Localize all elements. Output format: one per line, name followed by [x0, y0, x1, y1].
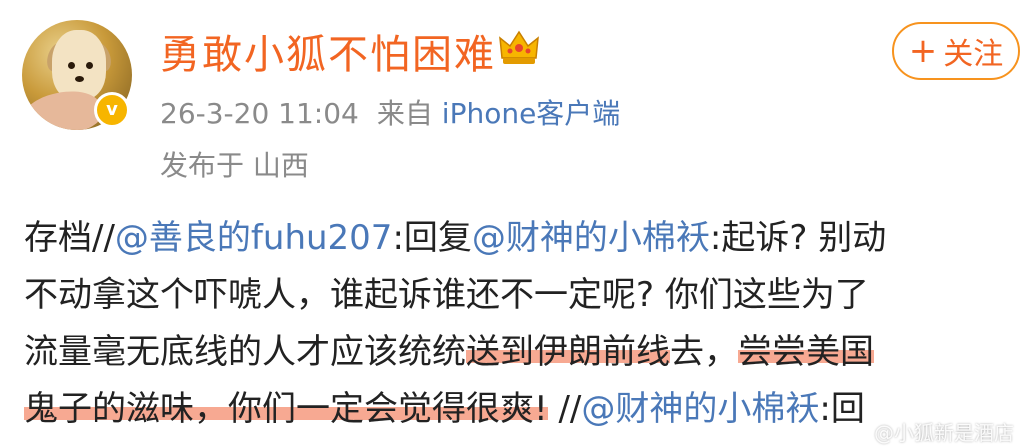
post-text: 流量毫无底线的人才应该统统	[24, 332, 466, 372]
post-text: //	[547, 389, 582, 429]
post-body: 存档//@善良的fuhu207:回复@财神的小棉袄:起诉? 别动 不动拿这个吓唬…	[24, 210, 1024, 438]
source-prefix: 来自	[376, 97, 433, 130]
source-client-link[interactable]: iPhone客户端	[442, 97, 621, 130]
username[interactable]: 勇敢小狐不怕困难	[160, 22, 496, 80]
post-text: :回复	[392, 218, 472, 258]
watermark: @小狐新是酒店	[874, 421, 1014, 445]
location: 发布于 山西	[160, 149, 309, 182]
mention-link[interactable]: @财神的小棉袄	[581, 389, 819, 429]
follow-label: 关注	[943, 37, 1004, 72]
highlighted-text: 送到伊朗前线	[466, 332, 670, 372]
timestamp: 26-3-20 11:04	[160, 97, 359, 130]
crown-icon	[499, 30, 539, 64]
post-line: 流量毫无底线的人才应该统统送到伊朗前线去，尝尝美国	[24, 324, 1024, 381]
highlighted-text: 鬼子的滋味，你们一定会觉得很爽!	[24, 389, 548, 429]
post-meta: 26-3-20 11:04 来自 iPhone客户端	[160, 92, 620, 132]
mention-link[interactable]: @善良的fuhu207	[115, 218, 393, 258]
verified-badge-icon: v	[94, 92, 130, 128]
post-text: :起诉? 别动	[709, 218, 887, 258]
highlighted-text: 尝尝美国	[738, 332, 874, 372]
plus-icon: +	[908, 31, 938, 71]
post-text: 去，	[670, 332, 738, 372]
post-text: 不动拿这个吓唬人，谁起诉谁还不一定呢? 你们这些为了	[24, 275, 869, 315]
post-text: :回	[819, 389, 865, 429]
post-line: 存档//@善良的fuhu207:回复@财神的小棉袄:起诉? 别动	[24, 210, 1024, 267]
follow-button[interactable]: + 关注	[892, 22, 1020, 80]
post-line: 不动拿这个吓唬人，谁起诉谁还不一定呢? 你们这些为了	[24, 267, 1024, 324]
post-text: 存档//	[24, 218, 115, 258]
mention-link[interactable]: @财神的小棉袄	[472, 218, 710, 258]
